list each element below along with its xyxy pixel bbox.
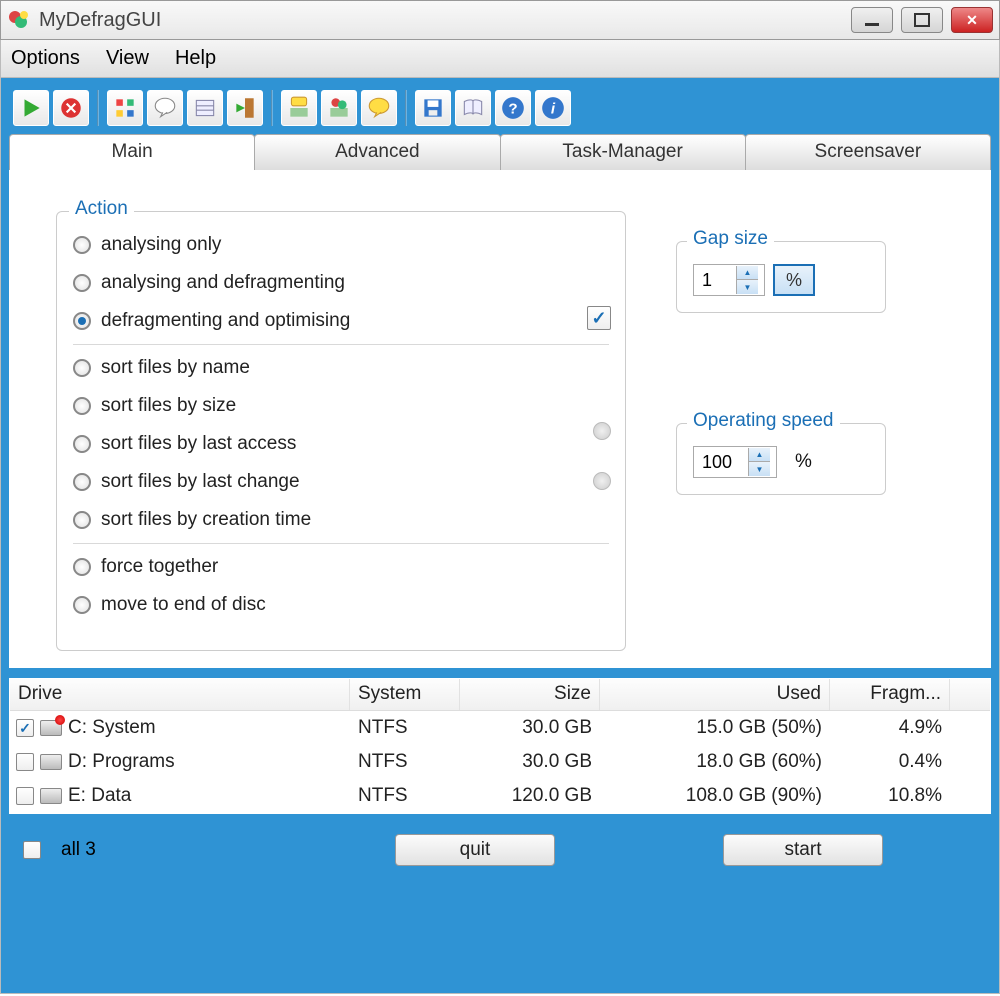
myd-icon[interactable] [281, 90, 317, 126]
tab-strip: Main Advanced Task-Manager Screensaver [9, 134, 991, 170]
stop-icon[interactable] [53, 90, 89, 126]
drive-icon [40, 720, 62, 736]
notebook-icon[interactable] [187, 90, 223, 126]
action-legend: Action [69, 198, 134, 220]
sort-direction-desc[interactable] [593, 472, 611, 490]
radio-analysing-only[interactable]: analysing only [73, 226, 609, 264]
operating-speed-unit: % [795, 451, 812, 473]
speech-icon[interactable] [147, 90, 183, 126]
bottom-bar: all 3 quit start [9, 822, 991, 878]
drive-icon [40, 754, 62, 770]
book-icon[interactable] [455, 90, 491, 126]
gap-size-up[interactable] [736, 266, 758, 280]
svg-text:?: ? [508, 100, 517, 117]
operating-speed-up[interactable] [748, 448, 770, 462]
main-frame: ? i Main Advanced Task-Manager Screensav… [0, 78, 1000, 994]
radio-sort-name[interactable]: sort files by name [73, 349, 609, 387]
drives-header: Drive System Size Used Fragm... [10, 679, 990, 711]
drive-name: D: Programs [68, 751, 175, 773]
drive-checkbox[interactable] [16, 719, 34, 737]
play-icon[interactable] [13, 90, 49, 126]
all-drives-label: all 3 [61, 839, 96, 861]
grid-icon[interactable] [107, 90, 143, 126]
gap-size-down[interactable] [736, 280, 758, 294]
tab-screensaver[interactable]: Screensaver [745, 134, 991, 170]
all-drives-checkbox[interactable] [23, 841, 41, 859]
radio-analysing-defrag[interactable]: analysing and defragmenting [73, 264, 609, 302]
operating-speed-spinner[interactable] [693, 446, 777, 478]
radio-move-to-end[interactable]: move to end of disc [73, 586, 609, 624]
sort-direction-asc[interactable] [593, 422, 611, 440]
col-used[interactable]: Used [600, 679, 830, 710]
toolbar: ? i [9, 86, 991, 130]
col-drive[interactable]: Drive [10, 679, 350, 710]
start-button[interactable]: start [723, 834, 883, 866]
tab-taskmanager[interactable]: Task-Manager [500, 134, 746, 170]
titlebar: MyDefragGUI [0, 0, 1000, 40]
operating-speed-group: Operating speed % [676, 423, 886, 495]
drive-system: NTFS [350, 785, 460, 807]
tab-advanced[interactable]: Advanced [254, 134, 500, 170]
operating-speed-input[interactable] [694, 448, 748, 476]
drives-table: Drive System Size Used Fragm... C: Syste… [9, 678, 991, 814]
radio-sort-size[interactable]: sort files by size [73, 387, 609, 425]
operating-speed-down[interactable] [748, 462, 770, 476]
cluster-icon[interactable] [321, 90, 357, 126]
col-fragm[interactable]: Fragm... [830, 679, 950, 710]
operating-speed-legend: Operating speed [687, 410, 840, 432]
radio-force-together[interactable]: force together [73, 548, 609, 586]
maximize-button[interactable] [901, 7, 943, 33]
drive-fragm: 4.9% [830, 717, 950, 739]
gap-size-unit-button[interactable]: % [773, 264, 815, 296]
exit-icon[interactable] [227, 90, 263, 126]
drive-size: 30.0 GB [460, 717, 600, 739]
drive-used: 15.0 GB (50%) [600, 717, 830, 739]
menu-options[interactable]: Options [11, 47, 80, 70]
drive-used: 108.0 GB (90%) [600, 785, 830, 807]
info-icon[interactable]: i [535, 90, 571, 126]
drive-checkbox[interactable] [16, 787, 34, 805]
drive-used: 18.0 GB (60%) [600, 751, 830, 773]
drive-size: 30.0 GB [460, 751, 600, 773]
drive-row[interactable]: D: Programs NTFS30.0 GB18.0 GB (60%)0.4% [10, 745, 990, 779]
radio-sort-last-change[interactable]: sort files by last change [73, 463, 609, 501]
action-group: Action analysing only analysing and defr… [56, 211, 626, 651]
save-icon[interactable] [415, 90, 451, 126]
radio-defrag-optimise[interactable]: defragmenting and optimising [73, 302, 609, 340]
help-icon[interactable]: ? [495, 90, 531, 126]
drive-fragm: 10.8% [830, 785, 950, 807]
quit-button[interactable]: quit [395, 834, 555, 866]
minimize-button[interactable] [851, 7, 893, 33]
close-button[interactable] [951, 7, 993, 33]
app-icon [7, 8, 31, 32]
drive-name: E: Data [68, 785, 131, 807]
gap-size-spinner[interactable] [693, 264, 765, 296]
main-panel: Action analysing only analysing and defr… [9, 170, 991, 668]
drive-fragm: 0.4% [830, 751, 950, 773]
tab-main[interactable]: Main [9, 134, 255, 170]
drive-row[interactable]: C: System NTFS30.0 GB15.0 GB (50%)4.9% [10, 711, 990, 745]
speech2-icon[interactable] [361, 90, 397, 126]
radio-sort-creation[interactable]: sort files by creation time [73, 501, 609, 539]
gap-size-input[interactable] [694, 266, 736, 294]
col-system[interactable]: System [350, 679, 460, 710]
optimise-checkbox[interactable] [587, 306, 611, 330]
col-size[interactable]: Size [460, 679, 600, 710]
drive-name: C: System [68, 717, 156, 739]
drive-size: 120.0 GB [460, 785, 600, 807]
menu-help[interactable]: Help [175, 47, 216, 70]
menubar: Options View Help [0, 40, 1000, 78]
radio-sort-last-access[interactable]: sort files by last access [73, 425, 609, 463]
drive-system: NTFS [350, 717, 460, 739]
gap-size-group: Gap size % [676, 241, 886, 313]
drive-row[interactable]: E: Data NTFS120.0 GB108.0 GB (90%)10.8% [10, 779, 990, 813]
window-title: MyDefragGUI [39, 9, 851, 32]
gap-size-legend: Gap size [687, 228, 774, 250]
menu-view[interactable]: View [106, 47, 149, 70]
drive-checkbox[interactable] [16, 753, 34, 771]
drive-system: NTFS [350, 751, 460, 773]
right-column: Gap size % Operating speed % [676, 241, 886, 651]
drive-icon [40, 788, 62, 804]
